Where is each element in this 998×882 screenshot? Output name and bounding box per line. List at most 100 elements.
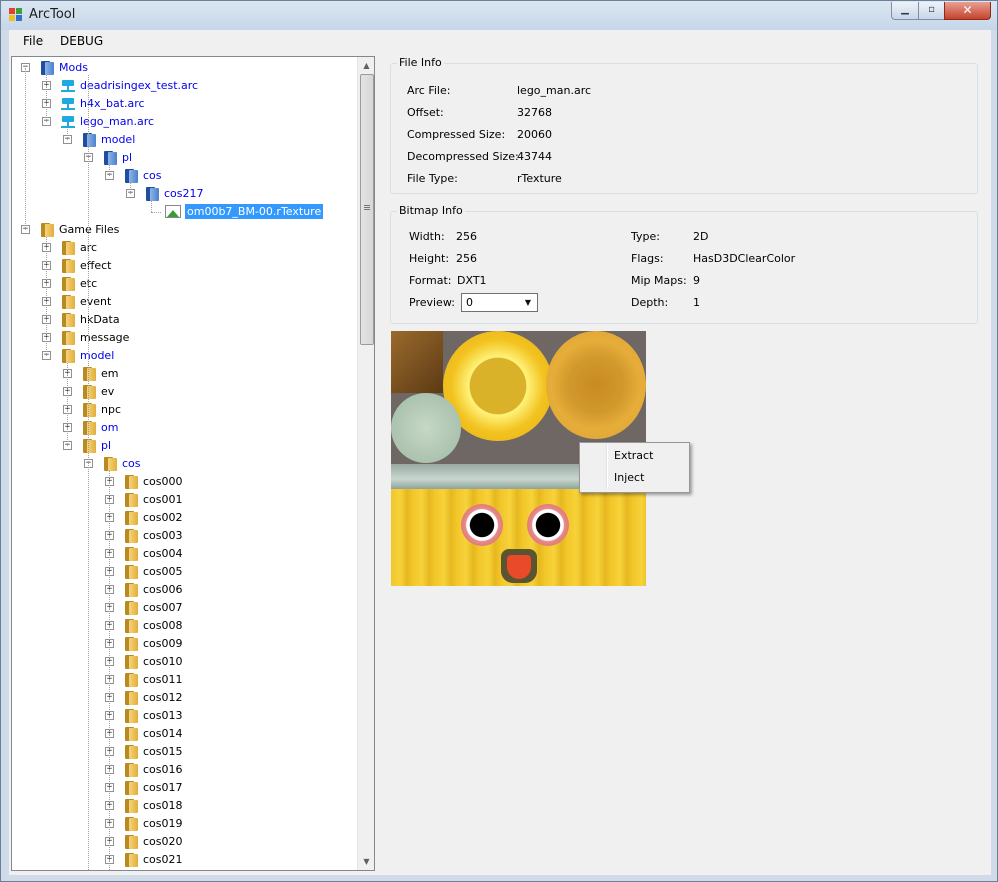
title-bar[interactable]: ArcTool ▁ ▫ ✕ — [1, 1, 997, 30]
tree-node[interactable]: + cos008 — [12, 617, 356, 635]
tree-node[interactable]: + cos019 — [12, 815, 356, 833]
tree-node[interactable]: + effect — [12, 257, 356, 275]
tree-node[interactable]: + hkData — [12, 311, 356, 329]
scroll-up-icon[interactable]: ▲ — [358, 57, 374, 74]
arc-file-value: lego_man.arc — [517, 84, 592, 97]
decompressed-size-label: Decompressed Size: — [407, 150, 519, 163]
tree-node[interactable]: + cos011 — [12, 671, 356, 689]
tree-node[interactable]: + h4x_bat.arc — [12, 95, 356, 113]
tree-node-label: Game Files — [59, 223, 120, 236]
tree-node[interactable]: − Mods — [12, 59, 356, 77]
tree-scrollbar[interactable]: ▲ ▼ — [357, 57, 374, 870]
tree-node[interactable]: + cos014 — [12, 725, 356, 743]
tree-node[interactable]: + cos004 — [12, 545, 356, 563]
tree-node-label: em — [101, 367, 119, 380]
yellow-folder-icon — [60, 258, 76, 274]
yellow-folder-icon — [123, 708, 139, 724]
tree-node[interactable]: + message — [12, 329, 356, 347]
blue-folder-icon — [81, 132, 97, 148]
client-area: File DEBUG − Mods + deadrisingex_test.arc + h… — [9, 30, 991, 875]
tree-connector-line — [67, 129, 68, 140]
tree-node[interactable]: + cos002 — [12, 509, 356, 527]
tree-node[interactable]: + cos006 — [12, 581, 356, 599]
menu-bar: File DEBUG — [9, 30, 991, 52]
tree-connector-line — [109, 471, 110, 870]
preview-select[interactable]: 0 ▼ — [461, 293, 538, 312]
menu-item-inject[interactable]: Inject — [614, 471, 644, 484]
menu-debug[interactable]: DEBUG — [60, 34, 103, 48]
tree-node[interactable]: + npc — [12, 401, 356, 419]
tree-node[interactable]: − model — [12, 131, 356, 149]
tree-node[interactable]: − model — [12, 347, 356, 365]
tree-node[interactable]: + ev — [12, 383, 356, 401]
tree-node[interactable]: + om — [12, 419, 356, 437]
tree-node-label: cos013 — [143, 709, 183, 722]
tree-node[interactable]: − pl — [12, 149, 356, 167]
window-title: ArcTool — [29, 7, 76, 22]
tree-node[interactable]: + cos021 — [12, 851, 356, 869]
width-label: Width: — [409, 230, 445, 243]
tree-node[interactable]: + cos001 — [12, 491, 356, 509]
tree-node[interactable]: + cos013 — [12, 707, 356, 725]
menu-file[interactable]: File — [23, 34, 43, 48]
tree-node[interactable]: + cos003 — [12, 527, 356, 545]
tree-node-label: cos016 — [143, 763, 183, 776]
depth-value: 1 — [693, 296, 700, 309]
tree-node-label: cos002 — [143, 511, 183, 524]
format-label: Format: — [409, 274, 452, 287]
tree-node[interactable]: + cos000 — [12, 473, 356, 491]
tree-node[interactable]: − cos — [12, 455, 356, 473]
tree-node[interactable]: + cos015 — [12, 743, 356, 761]
yellow-folder-icon — [123, 618, 139, 634]
offset-label: Offset: — [407, 106, 444, 119]
tree-node[interactable]: om00b7_BM-00.rTexture — [12, 203, 356, 221]
tree-node-label: cos217 — [164, 187, 204, 200]
minimize-button[interactable]: ▁ — [891, 2, 919, 20]
tree-node[interactable]: − Game Files — [12, 221, 356, 239]
scroll-thumb[interactable] — [360, 74, 374, 345]
tree-node[interactable]: + cos016 — [12, 761, 356, 779]
yellow-folder-icon — [123, 762, 139, 778]
tree-node[interactable]: − pl — [12, 437, 356, 455]
tree-node-label: cos018 — [143, 799, 183, 812]
tree-node[interactable]: + cos017 — [12, 779, 356, 797]
blue-folder-icon — [123, 168, 139, 184]
yellow-folder-icon — [123, 672, 139, 688]
tree-node[interactable]: + cos020 — [12, 833, 356, 851]
tree-node[interactable]: + cos009 — [12, 635, 356, 653]
tree-node[interactable]: + em — [12, 365, 356, 383]
tree-node[interactable]: + cos018 — [12, 797, 356, 815]
tree-node[interactable]: + cos005 — [12, 563, 356, 581]
decompressed-size-value: 43744 — [517, 150, 552, 163]
tree-node[interactable]: + cos012 — [12, 689, 356, 707]
maximize-button[interactable]: ▫ — [918, 2, 945, 20]
arc-file-label: Arc File: — [407, 84, 451, 97]
menu-item-extract[interactable]: Extract — [614, 449, 653, 462]
tree-node[interactable]: − cos217 — [12, 185, 356, 203]
tree-node-label: om — [101, 421, 119, 434]
tree-node[interactable]: + arc — [12, 239, 356, 257]
tree-node-label: cos010 — [143, 655, 183, 668]
tree-node[interactable]: − lego_man.arc — [12, 113, 356, 131]
scroll-down-icon[interactable]: ▼ — [358, 853, 374, 870]
tree-node[interactable]: + cos010 — [12, 653, 356, 671]
yellow-folder-icon — [81, 384, 97, 400]
yellow-folder-icon — [60, 348, 76, 364]
tree-node-label: cos005 — [143, 565, 183, 578]
tree-node[interactable]: + deadrisingex_test.arc — [12, 77, 356, 95]
texture-tongue — [507, 555, 531, 579]
archive-icon — [60, 115, 76, 129]
tree-node-label: cos — [143, 169, 162, 182]
image-icon — [165, 205, 181, 218]
height-label: Height: — [409, 252, 450, 265]
tree-node[interactable]: − cos — [12, 167, 356, 185]
yellow-folder-icon — [123, 636, 139, 652]
yellow-folder-icon — [123, 726, 139, 742]
chevron-down-icon[interactable]: ▼ — [521, 296, 535, 309]
tree-node[interactable]: + cos007 — [12, 599, 356, 617]
tree-node[interactable]: + etc — [12, 275, 356, 293]
close-button[interactable]: ✕ — [944, 2, 991, 20]
tree-node-label: cos021 — [143, 853, 183, 866]
file-tree[interactable]: − Mods + deadrisingex_test.arc + h4x_bat.arc −… — [11, 56, 375, 871]
tree-node[interactable]: + event — [12, 293, 356, 311]
